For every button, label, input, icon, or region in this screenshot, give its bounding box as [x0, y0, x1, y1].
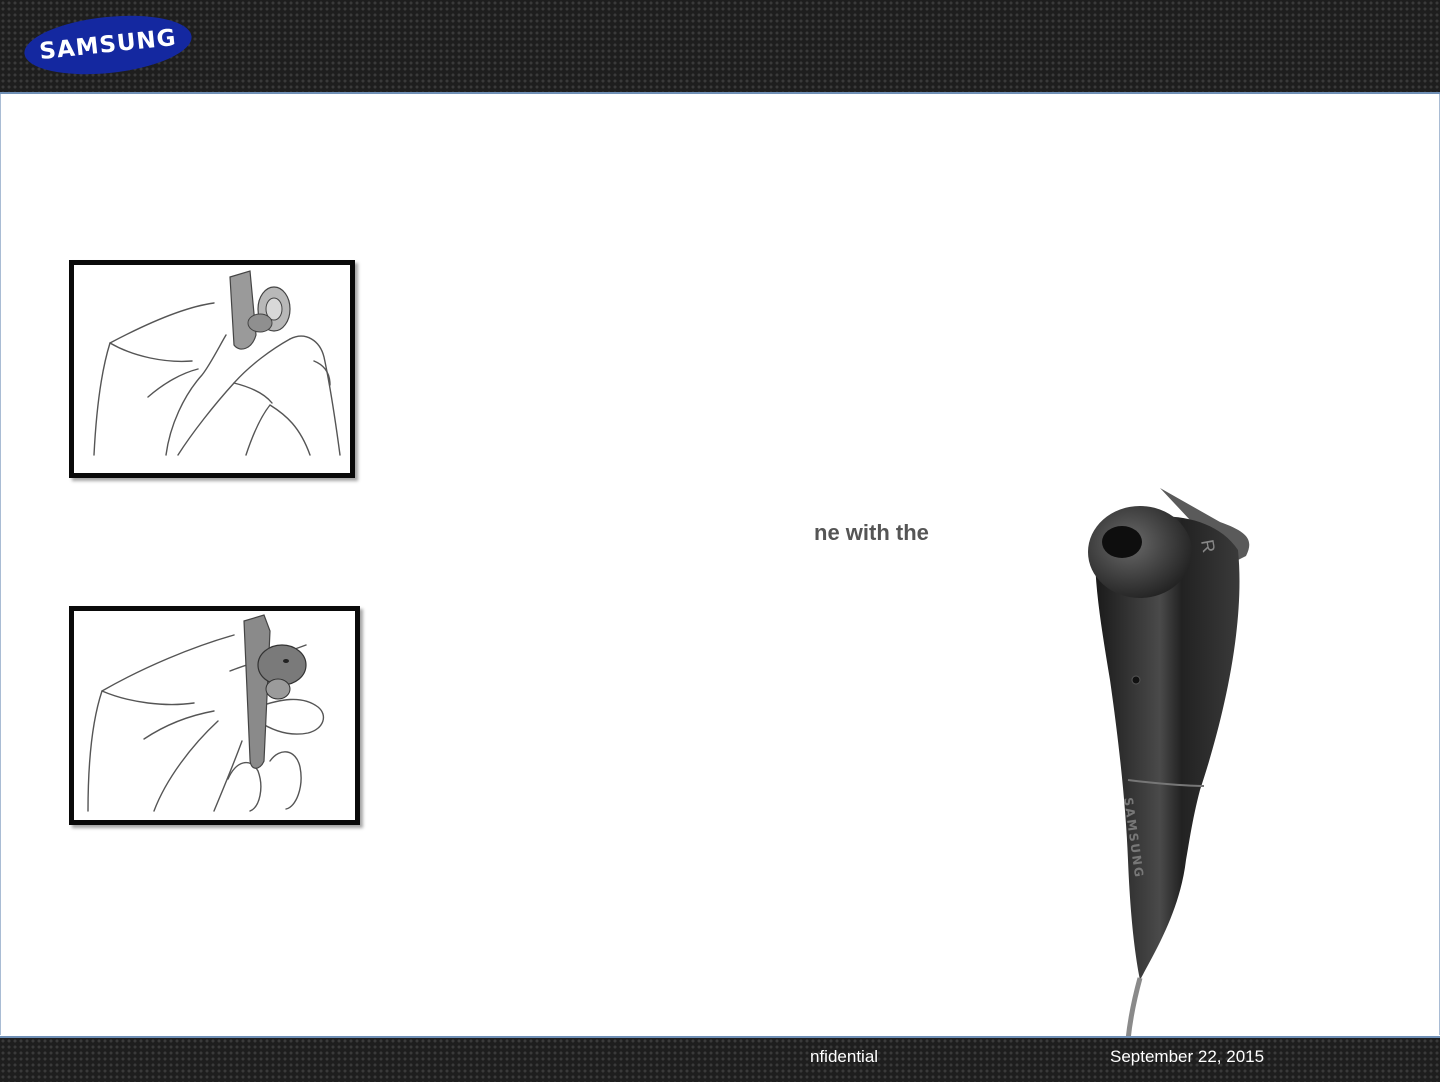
- step-instruction-text: ne with the: [814, 520, 929, 545]
- illustration-hold-earbud: [69, 606, 360, 825]
- hand-earbud-drawing: [87, 614, 325, 812]
- footer-date: September 22, 2015: [1110, 1047, 1265, 1066]
- samsung-logo: SAMSUNG: [22, 14, 194, 76]
- earbud-drawing: R SAMSUNG: [1088, 488, 1250, 1041]
- hand-eartip-drawing: [93, 270, 341, 456]
- header-bar: SAMSUNG: [0, 0, 1440, 94]
- illustration-insert-eartip: [69, 260, 355, 478]
- earbud-in-hand: [243, 614, 307, 769]
- confidential-label: nfidential: [810, 1047, 879, 1066]
- eartip-shape: [229, 270, 291, 350]
- earbud-photo: R SAMSUNG: [1070, 480, 1270, 1045]
- footer-bar: nfidential September 22, 2015: [0, 1036, 1440, 1082]
